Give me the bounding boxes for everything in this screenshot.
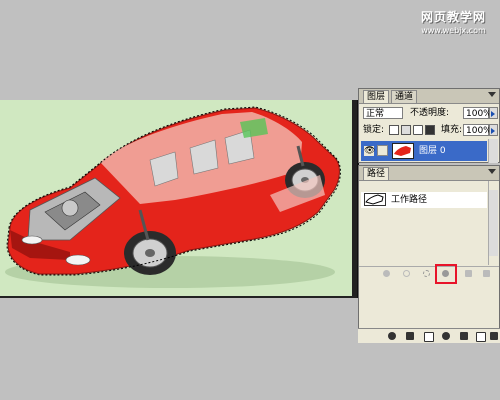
lock-position-icon[interactable]	[413, 124, 423, 135]
paths-scrollbar[interactable]	[488, 181, 498, 265]
blend-mode-select[interactable]: 正常	[363, 107, 403, 119]
watermark-site-url: www.webjx.com	[421, 26, 486, 35]
lock-fill-row: 锁定: 填充: 100%	[363, 123, 498, 137]
tab-channels[interactable]: 通道	[391, 90, 418, 103]
delete-layer-icon[interactable]	[490, 332, 498, 340]
opacity-input[interactable]: 100%	[463, 107, 492, 119]
path-thumbnail	[364, 193, 386, 206]
link-layers-icon[interactable]	[388, 332, 396, 340]
opacity-label: 不透明度:	[410, 108, 450, 118]
new-path-icon[interactable]	[465, 270, 472, 277]
opacity-slider-arrow-icon[interactable]	[489, 107, 498, 119]
lock-transparency-icon[interactable]	[389, 124, 399, 135]
layer-item[interactable]: 👁 图层 0	[361, 141, 487, 161]
fill-path-icon[interactable]	[383, 270, 390, 277]
layer-thumbnail	[392, 143, 414, 159]
document-window	[0, 100, 359, 298]
new-layer-icon[interactable]	[476, 332, 486, 342]
image-canvas[interactable]	[0, 100, 352, 296]
lock-all-icon[interactable]	[425, 124, 435, 135]
lock-pixels-icon[interactable]	[401, 124, 411, 135]
highlight-box	[435, 264, 457, 284]
paths-toolbar	[359, 264, 499, 284]
tab-layers[interactable]: 图层	[363, 90, 390, 103]
path-to-selection-icon[interactable]	[423, 270, 430, 277]
layers-panel-menu-icon[interactable]	[488, 92, 496, 97]
fill-input[interactable]: 100%	[463, 124, 492, 136]
delete-path-icon[interactable]	[483, 270, 490, 277]
fill-slider-arrow-icon[interactable]	[489, 124, 498, 136]
layers-scrollbar[interactable]	[488, 139, 498, 163]
fill-label: 填充:	[441, 125, 463, 135]
scroll-down-icon[interactable]	[489, 256, 498, 265]
eye-icon[interactable]: 👁	[364, 146, 375, 156]
blend-opacity-row: 正常 不透明度: 100%	[363, 106, 498, 120]
stroke-path-icon[interactable]	[403, 270, 410, 277]
paths-panel-menu-icon[interactable]	[488, 169, 496, 174]
new-group-icon[interactable]	[442, 332, 450, 340]
tab-paths[interactable]: 路径	[363, 167, 390, 180]
layers-panel: 图层 通道 正常 不透明度: 100% 锁定: 填充: 100% 👁 图层 0	[358, 88, 500, 163]
layer-style-icon[interactable]	[406, 332, 414, 340]
paths-panel: 路径 工作路径	[358, 165, 500, 342]
adjustment-layer-icon[interactable]	[460, 332, 468, 340]
brush-icon[interactable]	[377, 145, 388, 156]
watermark-site-name: 网页教学网	[420, 10, 486, 24]
car-cutaway-image	[0, 100, 352, 296]
lock-label: 锁定:	[363, 125, 385, 135]
layers-tabbar: 图层 通道	[359, 89, 499, 104]
path-item[interactable]: 工作路径	[361, 192, 487, 208]
layer-mask-icon[interactable]	[424, 332, 434, 342]
paths-tabbar: 路径	[359, 166, 499, 181]
layer-name: 图层 0	[419, 146, 446, 156]
path-name: 工作路径	[391, 195, 428, 205]
layers-bottom-toolbar	[358, 328, 500, 343]
scroll-up-icon[interactable]	[489, 181, 498, 190]
watermark: 网页教学网 www.webjx.com	[421, 8, 486, 35]
